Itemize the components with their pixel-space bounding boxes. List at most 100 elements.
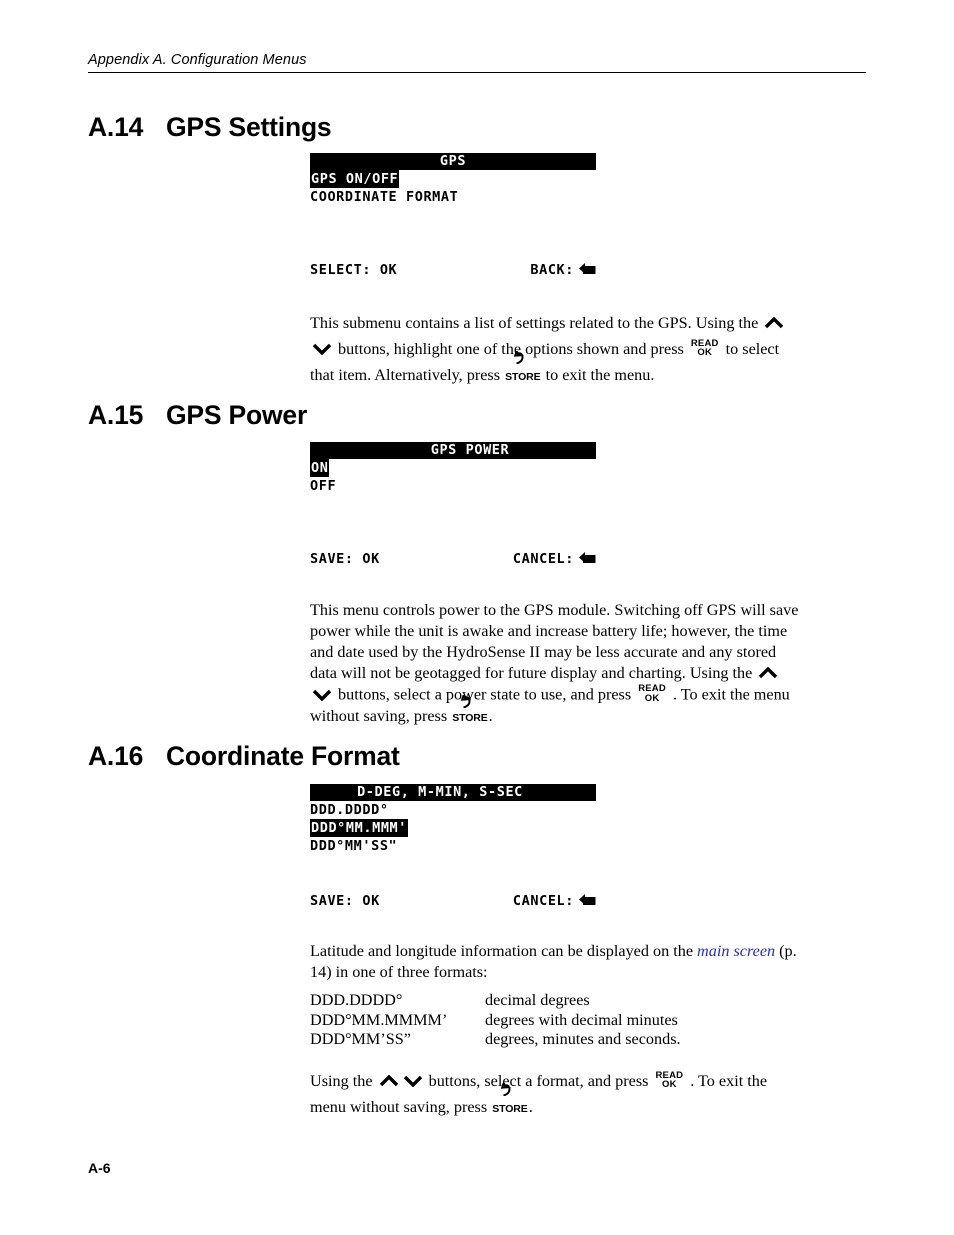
lcd-screen-gps-power: GPS POWER ON OFF SAVE: OK CANCEL:: [310, 442, 596, 569]
lcd-softkey-save[interactable]: SAVE: OK: [310, 892, 380, 910]
section-title-a15: GPS Power: [166, 400, 308, 430]
format-definition: degrees, minutes and seconds.: [485, 1030, 681, 1048]
lcd-spacer: [310, 855, 596, 873]
lcd-softkey-select[interactable]: SELECT: OK: [310, 261, 397, 279]
lcd-option-label: OFF: [310, 478, 337, 494]
section-heading-a14: A.14 GPS Settings: [88, 112, 332, 143]
format-row: DDD°MM.MMMM’ degrees with decimal minute…: [310, 1011, 681, 1031]
back-arrow-icon: [579, 262, 596, 278]
paragraph-a16-intro: Latitude and longitude information can b…: [310, 941, 804, 983]
lcd-softkey-cancel[interactable]: CANCEL:: [513, 892, 596, 910]
lcd-footer-coordinate-format: SAVE: OK CANCEL:: [310, 891, 596, 911]
lcd-title-gps: GPS: [310, 153, 596, 170]
paragraph-a15-body: This menu controls power to the GPS modu…: [310, 600, 804, 729]
lcd-title-coordinate-format: D-DEG, M-MIN, S-SEC: [310, 784, 596, 801]
text-a16-part4: buttons, select a format, and press: [424, 1072, 653, 1090]
running-head: Appendix A. Configuration Menus: [88, 52, 307, 68]
lcd-softkey-cancel-label: CANCEL:: [512, 551, 574, 567]
text-a16-part3: Using the: [310, 1072, 377, 1090]
section-number-a15: A.15: [88, 400, 144, 430]
page-number-footer: A-6: [88, 1160, 111, 1176]
text-a16-part6: .: [528, 1098, 533, 1116]
text-a16-part1: Latitude and longitude information can b…: [310, 942, 698, 960]
store-label: STORE: [452, 711, 488, 724]
paragraph-a14-body: This submenu contains a list of settings…: [310, 310, 804, 390]
section-number-a16: A.16: [88, 741, 144, 771]
lcd-menu-item-label: COORDINATE FORMAT: [310, 189, 459, 205]
lcd-option-degrees-decimal-minutes[interactable]: DDD°MM.MMM': [310, 819, 596, 837]
lcd-option-label: ON: [310, 459, 330, 477]
lcd-screen-coordinate-format: D-DEG, M-MIN, S-SEC DDD.DDDD° DDD°MM.MMM…: [310, 784, 596, 911]
lcd-option-on[interactable]: ON: [310, 459, 596, 477]
lcd-option-degrees-minutes-seconds[interactable]: DDD°MM'SS": [310, 837, 596, 855]
lcd-spacer: [310, 495, 596, 513]
lcd-title-gps-power: GPS POWER: [310, 442, 596, 459]
store-button-glyph: STORE: [505, 351, 541, 390]
lcd-screen-gps-settings: GPS GPS ON/OFF COORDINATE FORMAT SELECT:…: [310, 153, 596, 280]
read-ok-button-glyph: READ OK: [691, 338, 719, 358]
section-title-a14: GPS Settings: [166, 112, 332, 142]
read-ok-button-glyph: READ OK: [638, 684, 666, 703]
back-arrow-icon: [579, 551, 596, 567]
lcd-softkey-back[interactable]: BACK:: [530, 261, 596, 279]
chevron-down-icon: [312, 343, 332, 355]
lcd-spacer: [310, 242, 596, 260]
chevron-down-icon: [403, 1075, 423, 1087]
format-row: DDD.DDDD° decimal degrees: [310, 991, 681, 1011]
back-arrow-icon: [579, 893, 596, 909]
format-definition: decimal degrees: [485, 991, 590, 1009]
text-a15-part2: buttons, select a power state to use, an…: [334, 685, 636, 704]
lcd-menu-item-coordinate-format[interactable]: COORDINATE FORMAT: [310, 188, 596, 206]
lcd-spacer: [310, 513, 596, 531]
chevron-up-icon: [379, 1075, 399, 1087]
chevron-up-icon: [758, 667, 778, 679]
store-label: STORE: [505, 371, 541, 383]
lcd-spacer: [310, 873, 596, 891]
lcd-spacer: [310, 531, 596, 549]
read-ok-line2: OK: [662, 1079, 677, 1090]
format-term: DDD.DDDD°: [310, 991, 403, 1009]
store-button-glyph: STORE: [492, 1083, 528, 1122]
curved-return-arrow-icon: [460, 694, 474, 708]
read-ok-button-glyph: READ OK: [655, 1070, 683, 1090]
lcd-option-decimal-degrees[interactable]: DDD.DDDD°: [310, 801, 596, 819]
lcd-option-label: DDD°MM.MMM': [310, 819, 409, 837]
read-ok-line2: OK: [644, 692, 660, 704]
section-heading-a16: A.16 Coordinate Format: [88, 741, 400, 772]
text-a14-part4: to exit the menu.: [541, 366, 655, 384]
link-main-screen[interactable]: main screen: [697, 942, 775, 960]
text-a14-part1: This submenu contains a list of settings…: [310, 314, 763, 332]
store-button-glyph: STORE: [452, 694, 488, 729]
text-a15-part4: .: [488, 706, 493, 725]
coordinate-format-definition-list: DDD.DDDD° decimal degrees DDD°MM.MMMM’ d…: [310, 991, 681, 1050]
store-label: STORE: [492, 1103, 528, 1115]
curved-return-arrow-icon: [500, 1083, 514, 1096]
read-ok-line2: OK: [697, 347, 713, 358]
chevron-up-icon: [764, 317, 784, 329]
format-row: DDD°MM’SS” degrees, minutes and seconds.: [310, 1030, 681, 1050]
lcd-menu-item-label: GPS ON/OFF: [310, 170, 400, 188]
page-header: Appendix A. Configuration Menus: [88, 52, 866, 73]
lcd-footer-gps: SELECT: OK BACK:: [310, 260, 596, 280]
format-term: DDD°MM’SS”: [310, 1030, 411, 1048]
lcd-softkey-cancel-label: CANCEL:: [512, 893, 574, 909]
section-number-a14: A.14: [88, 112, 144, 142]
lcd-footer-gps-power: SAVE: OK CANCEL:: [310, 549, 596, 569]
lcd-softkey-cancel[interactable]: CANCEL:: [513, 550, 596, 568]
lcd-softkey-back-label: BACK:: [530, 262, 574, 278]
format-term: DDD°MM.MMMM’: [310, 1010, 448, 1029]
text-a14-part2: buttons, highlight one of the options sh…: [334, 340, 688, 358]
lcd-softkey-save[interactable]: SAVE: OK: [310, 550, 380, 568]
lcd-option-label: DDD°MM'SS": [310, 838, 398, 854]
format-definition: degrees with decimal minutes: [485, 1010, 678, 1029]
curved-return-arrow-icon: [513, 351, 527, 364]
text-a15-part1: This menu controls power to the GPS modu…: [310, 601, 799, 682]
lcd-menu-item-gps-on-off[interactable]: GPS ON/OFF: [310, 170, 596, 188]
lcd-option-label: DDD.DDDD°: [310, 802, 389, 818]
lcd-spacer: [310, 206, 596, 224]
paragraph-a16-body: Using the buttons, select a format, and …: [310, 1068, 804, 1122]
lcd-spacer: [310, 224, 596, 242]
lcd-option-off[interactable]: OFF: [310, 477, 596, 495]
section-heading-a15: A.15 GPS Power: [88, 400, 307, 431]
header-rule: [88, 72, 866, 73]
